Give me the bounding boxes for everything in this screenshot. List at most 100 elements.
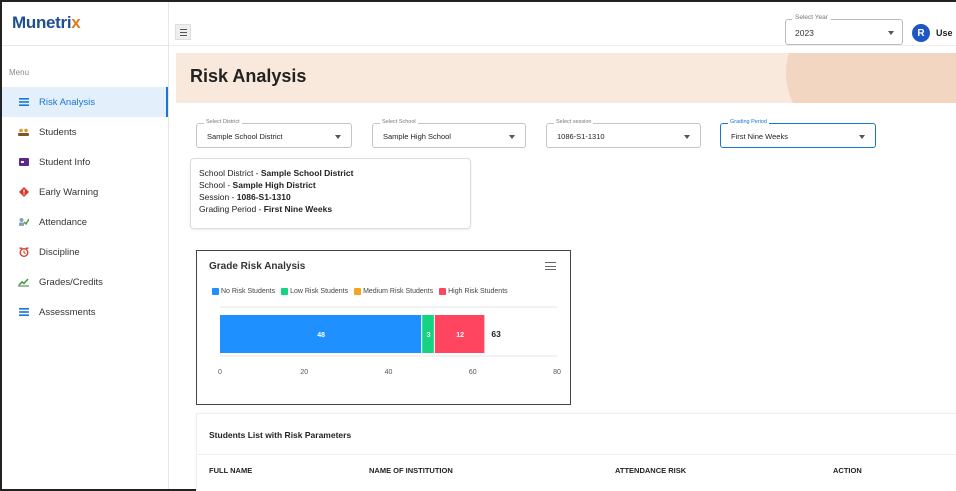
bar-data-label: 48 [317,332,325,339]
summary-school-label: School - [199,180,233,190]
page-header-banner: Risk Analysis [176,53,956,103]
chart-menu-button[interactable] [545,262,556,270]
summary-district-label: School District - [199,168,261,178]
sidebar-item-attendance[interactable]: Attendance [2,207,168,237]
sidebar-nav: Risk Analysis Students Student Info Earl… [2,87,168,327]
sidebar-item-grades-credits[interactable]: Grades/Credits [2,267,168,297]
logo[interactable]: Munetrix [12,13,81,32]
caret-down-icon [335,135,341,139]
list-icon [18,307,29,318]
column-header-institution[interactable]: NAME OF INSTITUTION [369,466,453,475]
sidebar-item-assessments[interactable]: Assessments [2,297,168,327]
banner-decoration [786,53,956,103]
hamburger-icon-line [545,265,556,267]
legend-label: High Risk Students [448,288,508,295]
chart-title: Grade Risk Analysis [209,261,306,272]
sidebar-item-student-info[interactable]: Student Info [2,147,168,177]
bar-data-label: 3 [427,332,431,339]
sidebar-item-label: Students [39,126,77,138]
sidebar-item-label: Risk Analysis [39,96,95,108]
caret-down-icon [859,135,865,139]
session-select[interactable]: Select session 1086-S1-1310 [546,119,701,148]
chart-legend: No Risk Students Low Risk Students Medium … [212,288,508,295]
menu-toggle-button[interactable] [175,24,191,40]
summary-district: School District - Sample School District [199,167,470,179]
column-header-full-name[interactable]: FULL NAME [209,466,252,475]
page-title: Risk Analysis [190,66,307,86]
hamburger-icon-line [545,269,556,270]
summary-session-label: Session - [199,192,237,202]
sidebar-item-label: Student Info [39,156,91,168]
sidebar: Munetrix Menu Risk Analysis Students Stu… [2,2,169,489]
x-tick-label: 0 [218,369,222,376]
x-tick-label: 60 [469,369,477,376]
sidebar-item-label: Assessments [39,306,96,318]
sidebar-item-label: Grades/Credits [39,276,103,288]
sidebar-item-discipline[interactable]: Discipline [2,237,168,267]
top-bar: Select Year 2023 R Use [169,2,956,46]
bar-data-label: 12 [456,332,464,339]
legend-swatch [439,288,447,295]
hamburger-icon-line [179,31,187,33]
year-select[interactable]: Select Year 2023 [785,14,903,45]
column-header-attendance-risk[interactable]: ATTENDANCE RISK [615,466,686,475]
selection-summary-card: School District - Sample School District… [190,158,471,229]
session-select-label: Select session [554,119,594,125]
summary-grading-period: Grading Period - First Nine Weeks [199,203,470,215]
caret-down-icon [888,31,894,35]
grading-period-select[interactable]: Grading Period First Nine Weeks [720,119,876,148]
sidebar-item-early-warning[interactable]: Early Warning [2,177,168,207]
session-select-value: 1086-S1-1310 [557,132,605,141]
summary-school: School - Sample High District [199,179,470,191]
legend-item[interactable]: Low Risk Students [281,288,348,295]
school-select-label: Select School [380,119,418,125]
grading-period-select-value: First Nine Weeks [731,132,788,141]
hamburger-icon-line [179,34,187,36]
table-header-divider [197,454,956,455]
chart-plot: 48 3 12 63 0 20 40 60 80 [218,306,561,376]
chart-line-icon [18,277,29,288]
caret-down-icon [684,135,690,139]
legend-swatch [354,288,362,295]
avatar[interactable]: R [912,24,930,42]
legend-swatch [212,288,219,295]
sidebar-item-students[interactable]: Students [2,117,168,147]
summary-grading-period-value: First Nine Weeks [263,204,333,214]
district-select-value: Sample School District [207,132,283,141]
district-select-label: Select District [204,119,242,125]
legend-label: Low Risk Students [290,288,349,295]
logo-area: Munetrix [2,2,168,46]
summary-school-value: Sample High District [232,180,316,190]
sidebar-item-label: Early Warning [39,186,99,198]
alarm-clock-icon [18,247,29,258]
legend-label: Medium Risk Students [363,288,434,295]
bar-total-label: 63 [491,329,501,339]
legend-swatch [281,288,289,295]
id-card-icon [18,157,29,168]
legend-item[interactable]: No Risk Students [212,288,275,295]
column-header-action[interactable]: ACTION [833,466,862,475]
year-select-label: Select Year [792,14,831,21]
x-tick-label: 20 [300,369,308,376]
legend-item[interactable]: Medium Risk Students [354,288,433,295]
summary-grading-period-label: Grading Period - [199,204,264,214]
legend-item[interactable]: High Risk Students [439,288,508,295]
sidebar-item-label: Discipline [39,246,80,258]
summary-district-value: Sample School District [260,168,354,178]
menu-label: Menu [9,68,30,77]
school-select[interactable]: Select School Sample High School [372,119,526,148]
x-tick-label: 80 [553,369,561,376]
summary-session: Session - 1086-S1-1310 [199,191,470,203]
sidebar-item-risk-analysis[interactable]: Risk Analysis [2,87,168,117]
user-name[interactable]: Use [936,28,953,38]
district-select[interactable]: Select District Sample School District [196,119,352,148]
list-icon [18,97,29,108]
warning-diamond-icon [18,187,29,198]
caret-down-icon [509,135,515,139]
logo-text: Munetri [12,13,72,32]
hamburger-icon [179,28,187,30]
logo-accent: x [71,13,81,32]
grade-risk-chart-card: Grade Risk Analysis No Risk Students Low … [196,250,571,405]
legend-label: No Risk Students [221,288,276,295]
school-select-value: Sample High School [383,132,451,141]
